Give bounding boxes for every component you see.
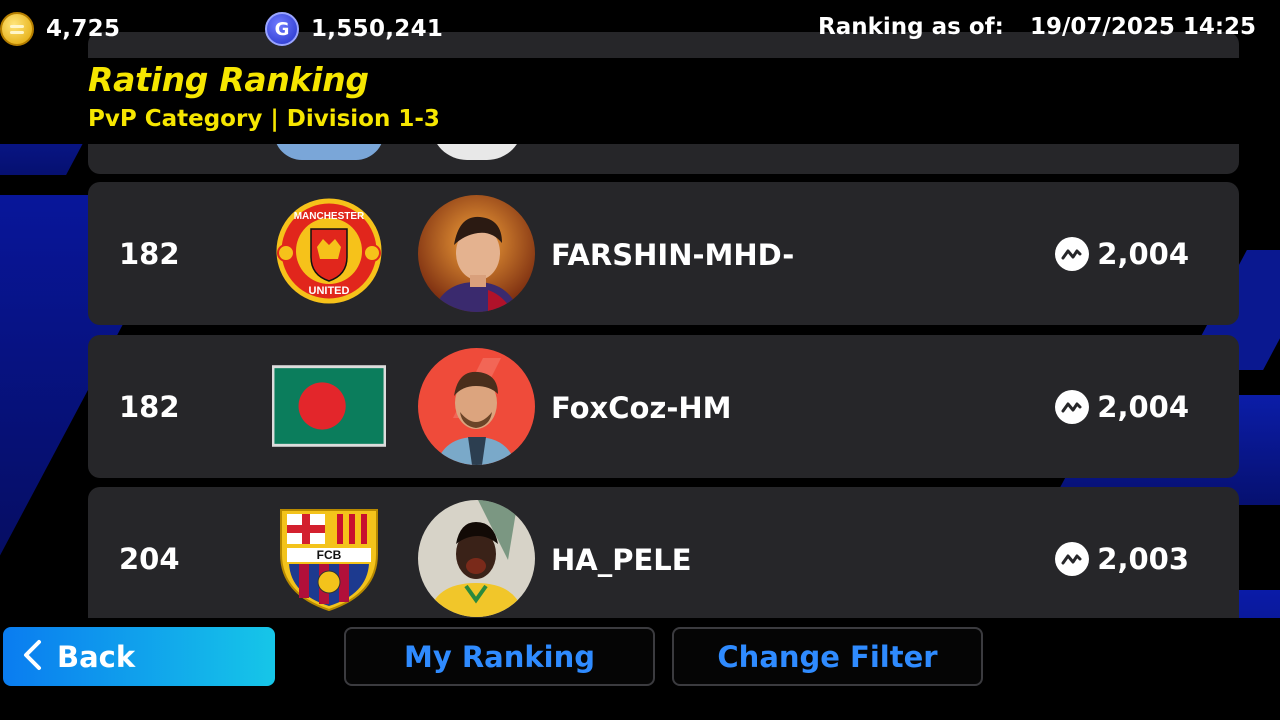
top-bar: 4,725 G 1,550,241 Ranking as of: 19/07/2… [0, 0, 1280, 58]
fc-barcelona-crest-icon: FCB [272, 501, 386, 615]
ranking-row[interactable]: 182 FoxCoz-HM 2,004 [88, 335, 1239, 478]
player-name: FoxCoz-HM [551, 391, 732, 425]
bottom-bar: Back My Ranking Change Filter [0, 618, 1280, 720]
rating-value: 2,004 [1097, 237, 1189, 271]
player-name: HA_PELE [551, 543, 692, 577]
crest-text: UNITED [309, 285, 350, 297]
trend-icon [1055, 390, 1090, 424]
player-avatar [418, 195, 535, 312]
page-header: Rating Ranking PvP Category | Division 1… [0, 58, 1280, 144]
rating: 2,004 [1055, 237, 1189, 271]
rating: 2,004 [1055, 390, 1189, 424]
player-name: FARSHIN-MHD- [551, 238, 795, 272]
my-ranking-button[interactable]: My Ranking [344, 627, 655, 686]
chevron-left-icon [21, 639, 43, 675]
rating-value: 2,003 [1097, 542, 1189, 576]
back-button[interactable]: Back [3, 627, 275, 686]
gp-icon: G [265, 12, 299, 46]
ranking-row[interactable]: 182 MANCHESTER UNITED FARSHIN-MHD- 2,004 [88, 182, 1239, 325]
ranking-date: 19/07/2025 14:25 [1030, 14, 1257, 40]
rating: 2,003 [1055, 542, 1189, 576]
manchester-united-crest-icon: MANCHESTER UNITED [272, 196, 386, 310]
gp-value: 1,550,241 [311, 16, 444, 42]
change-filter-button[interactable]: Change Filter [672, 627, 983, 686]
rank-number: 182 [119, 237, 180, 271]
coins-display: 4,725 [0, 12, 120, 46]
coin-icon [0, 12, 34, 46]
rating-value: 2,004 [1097, 390, 1189, 424]
player-avatar [418, 348, 535, 465]
page-subtitle: PvP Category | Division 1-3 [88, 106, 440, 132]
player-avatar [418, 500, 535, 617]
rank-number: 204 [119, 542, 180, 576]
coins-value: 4,725 [46, 16, 121, 42]
ranking-as-of-label: Ranking as of: [818, 14, 1004, 40]
ranking-row[interactable]: 204 FCB HA_PELE 2,003 [88, 487, 1239, 618]
crest-text: MANCHESTER [294, 211, 365, 222]
trend-icon [1055, 237, 1090, 271]
crest-text: FCB [317, 548, 342, 562]
trend-icon [1055, 542, 1090, 576]
back-label: Back [57, 639, 136, 674]
rank-number: 182 [119, 390, 180, 424]
gp-display: G 1,550,241 [265, 12, 443, 46]
page-title: Rating Ranking [88, 60, 369, 99]
bangladesh-flag-icon [272, 349, 386, 463]
